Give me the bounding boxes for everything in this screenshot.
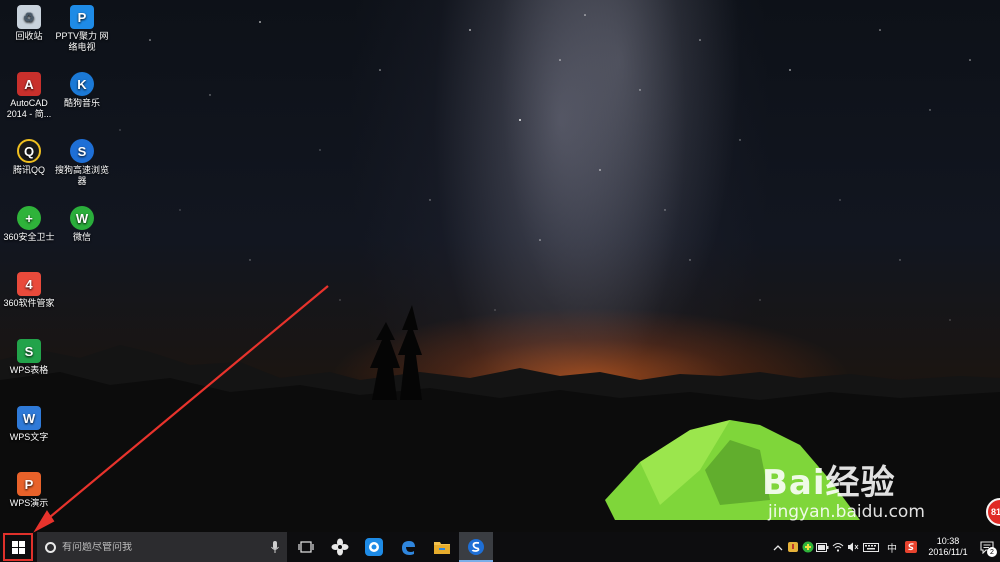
tray-sogou-input[interactable] xyxy=(902,532,920,562)
recycle-bin-icon: ♻ xyxy=(17,5,41,29)
wps-sheets-icon: S xyxy=(17,339,41,363)
search-input[interactable] xyxy=(62,541,262,553)
desktop-icon-label: 腾讯QQ xyxy=(12,165,45,175)
windows-logo-icon xyxy=(11,540,25,554)
pptv-icon xyxy=(365,538,383,556)
360-software-icon: 4 xyxy=(17,272,41,296)
edge-icon xyxy=(402,541,415,555)
desktop-icon-label: 搜狗高速浏览器 xyxy=(54,165,109,186)
desktop-icon-wps-sheets[interactable]: S WPS表格 xyxy=(0,339,58,376)
tray-360-security[interactable] xyxy=(800,532,815,562)
desktop-icon-sogou-browser[interactable]: S 搜狗高速浏览器 xyxy=(53,139,111,187)
desktop-icon-label: 360安全卫士 xyxy=(3,232,55,242)
desktop-icon-label: 回收站 xyxy=(15,31,43,41)
desktop-icon-label: WPS演示 xyxy=(9,498,49,508)
desktop-icon-360-security[interactable]: + 360安全卫士 xyxy=(0,206,58,243)
taskbar-edge[interactable] xyxy=(391,532,425,562)
desktop-icon-label: 360软件管家 xyxy=(3,298,55,308)
wechat-icon: W xyxy=(70,206,94,230)
clock-date: 2016/11/1 xyxy=(928,547,968,557)
kugou-icon: K xyxy=(70,72,94,96)
clock-time: 10:38 xyxy=(936,536,960,546)
desktop-icon-kugou[interactable]: K 酷狗音乐 xyxy=(53,72,111,109)
sogou-input-icon xyxy=(905,541,917,553)
desktop-icon-autocad[interactable]: A AutoCAD 2014 - 简... xyxy=(0,72,58,120)
system-tray: 中 10:38 2016/11/1 2 xyxy=(770,532,1000,562)
start-button[interactable] xyxy=(3,533,33,561)
tray-battery[interactable] xyxy=(815,532,830,562)
sogou-browser-icon xyxy=(468,539,484,555)
desktop-icon-wps-writer[interactable]: W WPS文字 xyxy=(0,406,58,443)
notification-count: 2 xyxy=(987,547,997,557)
qq-penguin-icon: Q xyxy=(17,139,41,163)
autocad-icon: A xyxy=(17,72,41,96)
taskbar-file-explorer[interactable] xyxy=(425,532,459,562)
sogou-browser-icon: S xyxy=(70,139,94,163)
tray-network[interactable] xyxy=(830,532,845,562)
taskbar-pptv[interactable] xyxy=(357,532,391,562)
desktop-icon-label: WPS表格 xyxy=(9,365,49,375)
desktop-icon-wps-presentation[interactable]: P WPS演示 xyxy=(0,472,58,509)
taskbar-fan-app[interactable] xyxy=(323,532,357,562)
task-view-button[interactable] xyxy=(289,532,323,562)
microphone-icon[interactable] xyxy=(271,541,279,553)
cortana-icon xyxy=(45,541,56,553)
fan-icon xyxy=(331,538,349,556)
watermark-url: jingyan.baidu.com xyxy=(768,502,925,522)
desktop-icon-qq[interactable]: Q 腾讯QQ xyxy=(0,139,58,176)
chevron-up-icon xyxy=(773,544,782,550)
baidu-jingyan-watermark: Bai经验 jingyan.baidu.com xyxy=(762,455,925,522)
360-security-icon: + xyxy=(17,206,41,230)
tray-volume[interactable] xyxy=(845,532,860,562)
desktop-icon-wechat[interactable]: W 微信 xyxy=(53,206,111,243)
tray-ime-indicator[interactable]: 中 xyxy=(882,532,902,562)
wifi-icon xyxy=(832,543,843,552)
tray-keyboard[interactable] xyxy=(860,532,882,562)
task-view-icon xyxy=(298,541,314,553)
battery-icon xyxy=(816,542,829,552)
desktop-icon-label: AutoCAD 2014 - 简... xyxy=(6,98,52,119)
show-hidden-icons-button[interactable] xyxy=(770,532,785,562)
wps-presentation-icon: P xyxy=(17,472,41,496)
cortana-search-box[interactable] xyxy=(37,532,287,562)
taskbar-sogou-browser[interactable] xyxy=(459,532,493,562)
mountains-and-tent xyxy=(0,305,1000,532)
desktop-icon-pptv[interactable]: P PPTV聚力 网络电视 xyxy=(53,5,111,53)
desktop-icon-label: 酷狗音乐 xyxy=(63,98,100,108)
action-center-button[interactable]: 2 xyxy=(974,532,1000,562)
folder-icon xyxy=(434,542,450,554)
360-security-icon xyxy=(802,541,813,553)
desktop-wallpaper: ♻ 回收站 P PPTV聚力 网络电视 A AutoCAD 2014 - 简..… xyxy=(0,0,1000,532)
tray-alert-icon xyxy=(787,542,798,552)
volume-muted-icon xyxy=(847,542,858,552)
desktop-icon-recycle-bin[interactable]: ♻ 回收站 xyxy=(0,5,58,42)
tray-app-1[interactable] xyxy=(785,532,800,562)
keyboard-icon xyxy=(863,542,879,552)
desktop-icon-360-software[interactable]: 4 360软件管家 xyxy=(0,272,58,309)
desktop-icon-label: PPTV聚力 网络电视 xyxy=(55,31,109,52)
wps-writer-icon: W xyxy=(17,406,41,430)
pptv-icon: P xyxy=(70,5,94,29)
taskbar: 中 10:38 2016/11/1 2 xyxy=(0,532,1000,562)
desktop-icon-label: WPS文字 xyxy=(9,432,49,442)
clock[interactable]: 10:38 2016/11/1 xyxy=(922,536,974,558)
desktop-icon-label: 微信 xyxy=(72,232,91,242)
watermark-brand: Bai经验 xyxy=(762,463,896,503)
